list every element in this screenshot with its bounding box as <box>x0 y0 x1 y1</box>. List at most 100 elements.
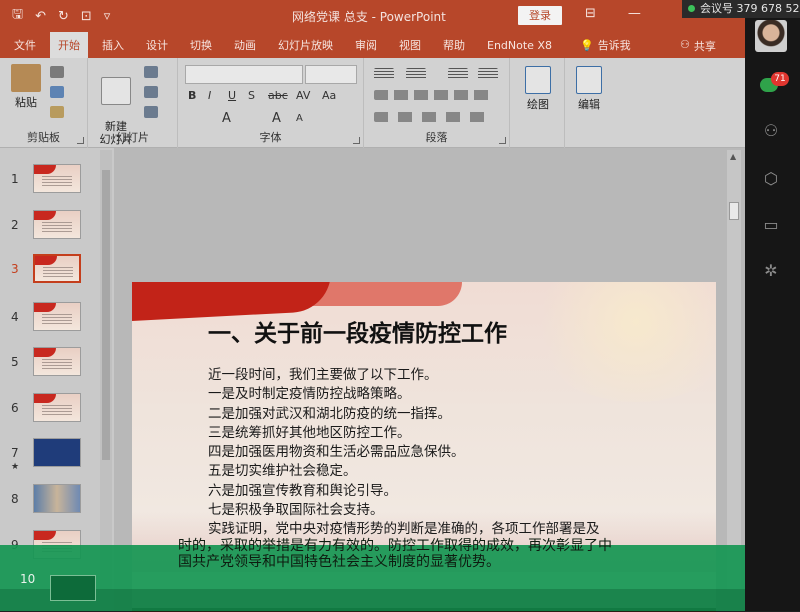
paragraph-launcher-icon[interactable] <box>499 137 506 144</box>
thumbnail-image <box>33 347 81 376</box>
quick-access-toolbar: 🖫 ↶ ↻ ⊡ ▿ <box>0 5 110 27</box>
bullets-icon[interactable] <box>374 68 394 80</box>
tab-transitions[interactable]: 切换 <box>190 33 212 57</box>
body-line: 七是积极争取国际社会支持。 <box>208 502 384 519</box>
thumbnail-4[interactable]: 4 <box>0 302 100 342</box>
underline-button[interactable]: U <box>228 89 236 102</box>
ribbon-display-icon[interactable]: ⊟ <box>585 6 596 21</box>
thumbnail-image <box>33 438 81 467</box>
share-button[interactable]: ⚇ 共享 <box>680 38 716 54</box>
italic-button[interactable]: I <box>208 89 211 102</box>
meeting-id: 会议号 379 678 523 <box>682 0 800 18</box>
thumbnail-6[interactable]: 6 <box>0 393 100 433</box>
thumbnail-10[interactable] <box>50 575 96 601</box>
layout-icon[interactable] <box>144 66 158 78</box>
lightbulb-icon: 💡 <box>579 38 594 52</box>
copy-icon[interactable] <box>50 86 64 98</box>
thumbnail-5[interactable]: 5 <box>0 347 100 387</box>
box-icon[interactable]: ▭ <box>761 216 781 234</box>
editing-group: 编辑 <box>565 58 615 148</box>
status-dot-icon <box>688 5 695 12</box>
save-icon[interactable]: 🖫 <box>12 5 23 27</box>
columns-icon[interactable] <box>478 68 498 80</box>
bold-button[interactable]: B <box>188 89 196 102</box>
shadow-button[interactable]: S <box>248 89 255 102</box>
dropdown-icon[interactable]: ▿ <box>104 9 111 24</box>
slide-title[interactable]: 一、关于前一段疫情防控工作 <box>208 314 507 348</box>
tab-animations[interactable]: 动画 <box>234 33 256 57</box>
title-bar: 🖫 ↶ ↻ ⊡ ▿ 网络党课 总支 - PowerPoint 登录 ⊟ — <box>0 0 745 32</box>
slides-label: 幻灯片 <box>116 131 149 144</box>
thumbnail-1[interactable]: 1 <box>0 164 100 204</box>
tab-slideshow[interactable]: 幻灯片放映 <box>278 33 333 57</box>
body-line: 六是加强宣传教育和舆论引导。 <box>208 482 397 499</box>
thumbnail-7[interactable]: 7 ★ <box>0 438 100 478</box>
tab-help[interactable]: 帮助 <box>443 33 465 57</box>
thumbnail-8[interactable]: 8 <box>0 484 100 524</box>
minimize-icon[interactable]: — <box>628 6 641 21</box>
slide-thumbnail-panel: 1 2 3 4 5 6 7 ★ 8 9 <box>0 148 114 611</box>
text-direction-buttons[interactable] <box>374 112 494 122</box>
thumbnail-scroll-thumb[interactable] <box>102 170 110 460</box>
cube-icon[interactable]: ⬡ <box>761 170 781 188</box>
present-icon[interactable]: ⊡ <box>81 9 92 24</box>
thumbnail-10-number: 10 <box>20 572 36 586</box>
font-name-select[interactable] <box>185 65 303 84</box>
tab-insert[interactable]: 插入 <box>102 33 124 57</box>
subtitle-shade <box>0 589 800 611</box>
font-size-select[interactable] <box>305 65 357 84</box>
tab-review[interactable]: 审阅 <box>355 33 377 57</box>
thumbnail-3[interactable]: 3 <box>0 254 100 294</box>
thumbnail-scrollbar[interactable] <box>100 150 112 590</box>
strikethrough-button[interactable]: abc <box>268 89 288 102</box>
slide-body[interactable]: 近一段时间，我们主要做了以下工作。 一是及时制定疫情防控战略策略。 二是加强对武… <box>208 366 600 540</box>
paragraph-label: 段落 <box>425 131 448 144</box>
participants-icon[interactable]: ⚇ <box>761 122 781 140</box>
editing-button[interactable]: 编辑 <box>571 66 607 112</box>
user-icon: ⚇ <box>680 38 690 51</box>
clipboard-launcher-icon[interactable] <box>77 137 84 144</box>
tab-home[interactable]: 开始 <box>50 32 88 58</box>
numbering-icon[interactable] <box>406 68 426 80</box>
shrink-font-button[interactable]: A <box>296 113 303 124</box>
body-line: 近一段时间，我们主要做了以下工作。 <box>208 367 438 383</box>
redo-icon[interactable]: ↻ <box>58 9 69 24</box>
unread-badge: 71 <box>771 72 789 86</box>
tab-file[interactable]: 文件 <box>14 33 36 57</box>
paste-button[interactable]: 粘贴 <box>8 64 44 110</box>
editor-scrollbar[interactable]: ▲ <box>727 150 741 590</box>
drawing-button[interactable]: 绘图 <box>520 66 556 112</box>
reset-icon[interactable] <box>144 86 158 98</box>
tab-design[interactable]: 设计 <box>146 33 168 57</box>
thumbnail-image-selected <box>33 254 81 283</box>
font-group: B I U S abc AV Aa A A A 字体 <box>178 58 364 148</box>
settings-icon[interactable]: ✲ <box>761 262 781 280</box>
font-launcher-icon[interactable] <box>353 137 360 144</box>
cut-icon[interactable] <box>50 66 64 78</box>
spacing-button[interactable]: AV <box>296 89 310 102</box>
grow-font-button[interactable]: A <box>272 111 281 126</box>
tab-view[interactable]: 视图 <box>399 33 421 57</box>
search-icon <box>576 66 602 94</box>
undo-icon[interactable]: ↶ <box>35 9 46 24</box>
tell-me-search[interactable]: 💡 告诉我 <box>580 37 631 53</box>
align-buttons[interactable] <box>374 90 494 100</box>
avatar[interactable] <box>755 20 787 52</box>
scroll-up-icon[interactable]: ▲ <box>730 152 736 161</box>
ribbon-tabs: 文件 开始 插入 设计 切换 动画 幻灯片放映 审阅 视图 帮助 EndNote… <box>0 32 745 58</box>
line-spacing-icon[interactable] <box>448 68 468 80</box>
body-line: 三是统筹抓好其他地区防控工作。 <box>208 424 411 441</box>
thumbnail-image <box>33 484 81 513</box>
thumbnail-2[interactable]: 2 <box>0 210 100 250</box>
change-case-button[interactable]: Aa <box>322 89 336 102</box>
editor-scroll-thumb[interactable] <box>729 202 739 220</box>
body-line: 四是加强医用物资和生活必需品应急保供。 <box>208 444 465 461</box>
window-controls: ⊟ — <box>585 6 641 21</box>
font-color-button[interactable]: A <box>222 111 231 126</box>
window-title: 网络党课 总支 - PowerPoint <box>292 10 446 24</box>
section-icon[interactable] <box>144 106 158 118</box>
body-line: 一是及时制定疫情防控战略策略。 <box>208 386 411 403</box>
tab-endnote[interactable]: EndNote X8 <box>487 35 552 56</box>
login-button[interactable]: 登录 <box>518 6 562 25</box>
format-painter-icon[interactable] <box>50 106 64 118</box>
